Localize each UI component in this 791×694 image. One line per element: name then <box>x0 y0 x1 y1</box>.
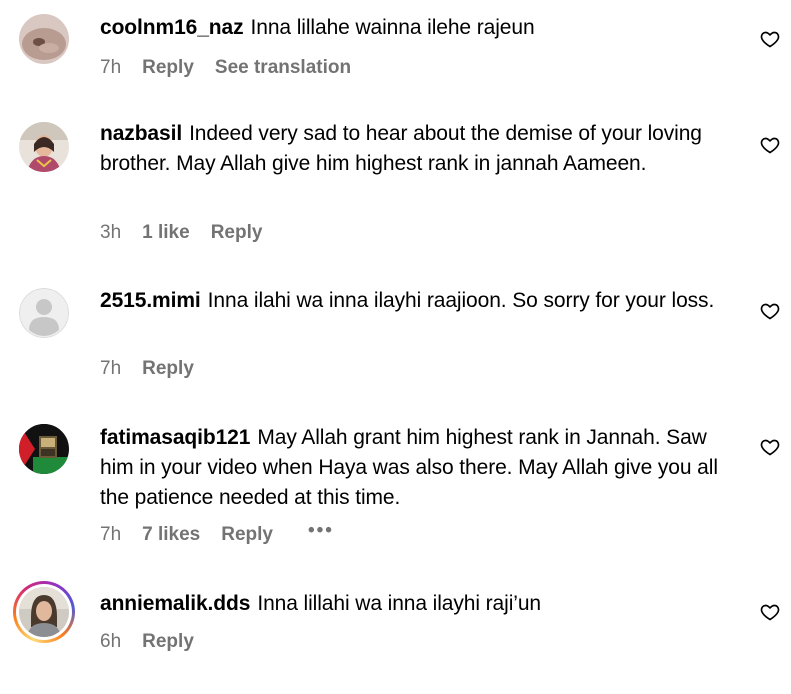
comment-meta: 7h Reply See translation <box>100 57 351 79</box>
comment-time: 6h <box>100 631 122 652</box>
comment-meta: 7h Reply <box>100 358 215 380</box>
story-ring-avatar[interactable] <box>13 581 75 643</box>
default-avatar-icon[interactable] <box>19 288 69 338</box>
comment-time: 7h <box>100 57 122 78</box>
reply-button[interactable]: Reply <box>211 222 263 244</box>
comment-meta: 3h 1 like Reply <box>100 222 283 244</box>
more-options-icon[interactable]: ••• <box>308 520 334 542</box>
comment-body: coolnm16_naz Inna lillahe wainna ilehe ra… <box>100 13 730 43</box>
heart-icon[interactable] <box>760 602 780 622</box>
comment-text: Inna lillahi wa inna ilayhi raji’un <box>257 592 541 615</box>
reply-button[interactable]: Reply <box>142 57 194 79</box>
comment-time: 3h <box>100 222 122 243</box>
comment-body: nazbasil Indeed very sad to hear about th… <box>100 119 730 179</box>
comment-body: fatimasaqib121 May Allah grant him highes… <box>100 423 730 513</box>
comment-text: Inna lillahe wainna ilehe rajeun <box>250 16 535 39</box>
avatar <box>19 587 69 637</box>
comment-time: 7h <box>100 358 122 379</box>
comment-body: anniemalik.dds Inna lillahi wa inna ilayh… <box>100 589 730 619</box>
comment-username[interactable]: fatimasaqib121 <box>100 426 250 449</box>
heart-icon[interactable] <box>760 135 780 155</box>
comment-username[interactable]: coolnm16_naz <box>100 16 244 39</box>
see-translation-button[interactable]: See translation <box>215 57 351 79</box>
comment-time: 7h <box>100 524 122 545</box>
reply-button[interactable]: Reply <box>221 524 273 546</box>
reply-button[interactable]: Reply <box>142 631 194 653</box>
comment-meta: 6h Reply <box>100 631 215 653</box>
comment-meta: 7h 7 likes Reply ••• <box>100 520 334 546</box>
comment-username[interactable]: nazbasil <box>100 122 182 145</box>
avatar[interactable] <box>19 122 69 172</box>
comment-body: 2515.mimi Inna ilahi wa inna ilayhi raaji… <box>100 286 730 316</box>
comment-text: Inna ilahi wa inna ilayhi raajioon. So s… <box>207 289 715 312</box>
likes-count[interactable]: 7 likes <box>142 524 200 546</box>
comment-username[interactable]: anniemalik.dds <box>100 592 250 615</box>
likes-count[interactable]: 1 like <box>142 222 190 244</box>
heart-icon[interactable] <box>760 29 780 49</box>
heart-icon[interactable] <box>760 437 780 457</box>
heart-icon[interactable] <box>760 301 780 321</box>
comment-username[interactable]: 2515.mimi <box>100 289 201 312</box>
avatar[interactable] <box>19 14 69 64</box>
comment-text: Indeed very sad to hear about the demise… <box>100 122 702 175</box>
reply-button[interactable]: Reply <box>142 358 194 380</box>
avatar[interactable] <box>19 424 69 474</box>
